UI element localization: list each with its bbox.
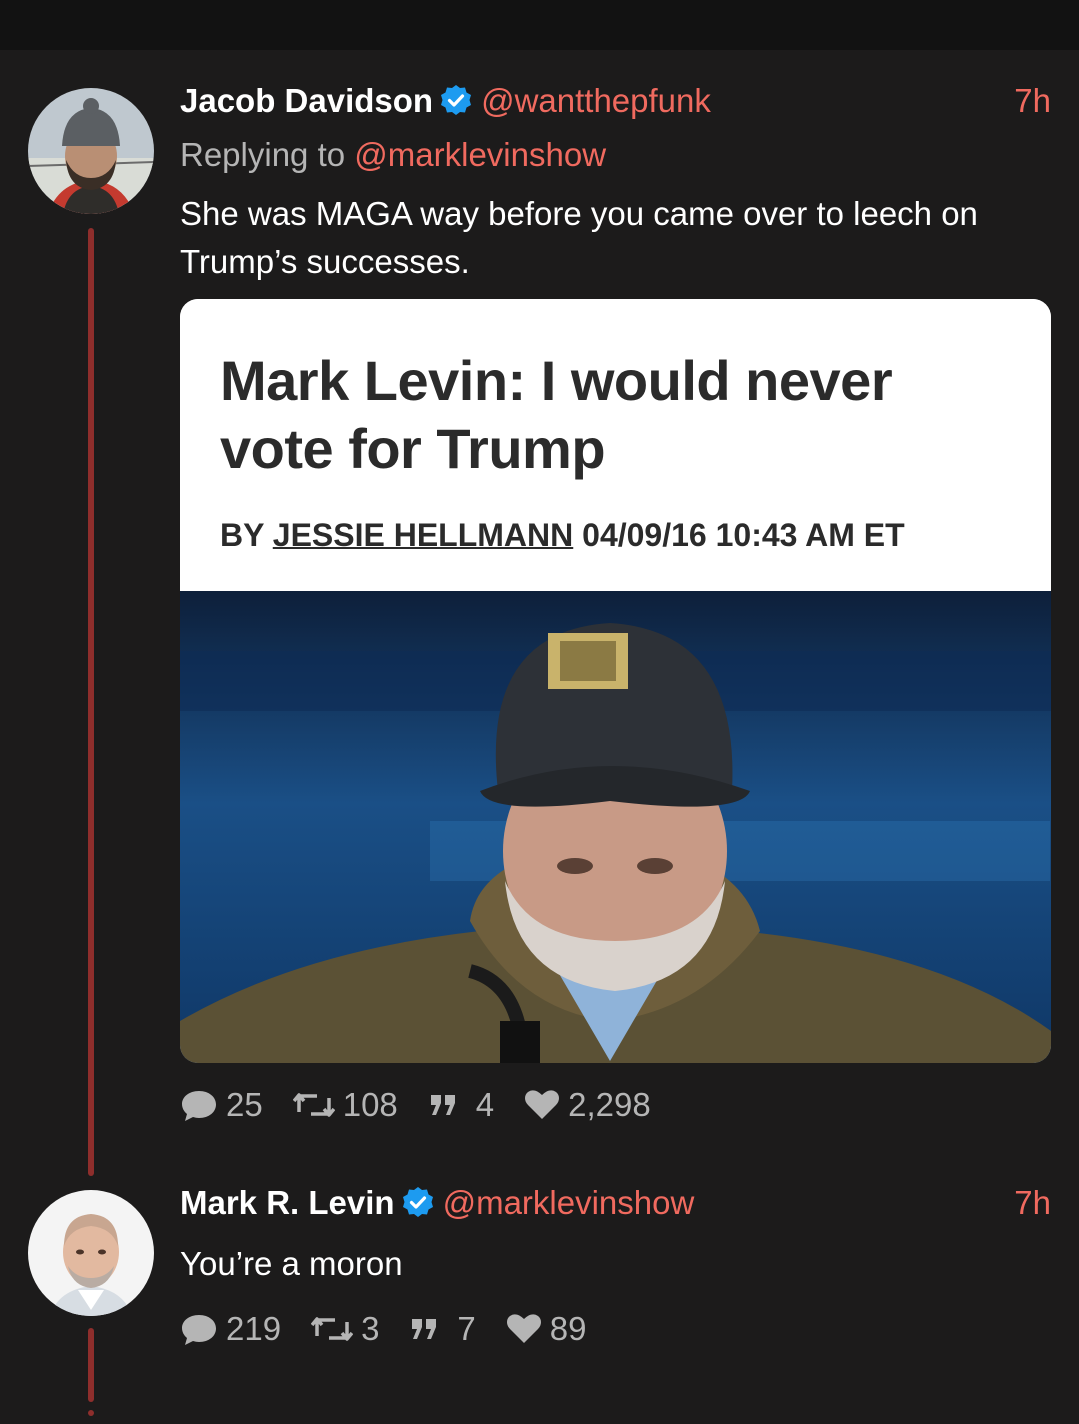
article-card[interactable]: Mark Levin: I would never vote for Trump…	[180, 299, 1051, 1063]
quote-count: 4	[475, 1086, 495, 1123]
avatar-jacob-davidson[interactable]	[28, 88, 154, 214]
tweet-header: Jacob Davidson @wantthepfunk	[180, 82, 711, 120]
article-header: Mark Levin: I would never vote for Trump…	[180, 299, 1051, 591]
top-bar	[0, 0, 1079, 50]
verified-badge-icon	[401, 1186, 435, 1220]
retweet-icon	[292, 1093, 335, 1117]
reply-icon	[182, 1315, 216, 1345]
author-name-2[interactable]: Mark R. Levin	[180, 1184, 395, 1221]
like-action[interactable]: 2,298	[524, 1086, 651, 1124]
quote-icon	[412, 1319, 437, 1339]
byline-date: 04/09/16 10:43 AM ET	[582, 517, 905, 553]
reply-action[interactable]: 25	[180, 1086, 263, 1124]
tweet-text: She was MAGA way before you came over to…	[180, 195, 978, 280]
quote-action[interactable]: 4	[428, 1086, 494, 1124]
replying-to: Replying to @marklevinshow	[180, 136, 606, 174]
avatar-mark-levin[interactable]	[28, 1190, 154, 1316]
byline-prefix: BY	[220, 517, 264, 553]
tweet-time-2[interactable]: 7h	[1014, 1184, 1051, 1222]
author-handle-2[interactable]: @marklevinshow	[443, 1184, 695, 1221]
retweet-count: 108	[342, 1086, 398, 1123]
author-handle[interactable]: @wantthepfunk	[481, 82, 711, 119]
quote-count: 7	[457, 1310, 476, 1347]
like-icon	[525, 1090, 560, 1119]
retweet-icon	[311, 1317, 354, 1341]
thread-connector	[88, 228, 94, 1176]
thread-connector-2	[88, 1328, 94, 1402]
article-headline: Mark Levin: I would never vote for Trump	[220, 349, 893, 480]
like-action[interactable]: 89	[506, 1310, 587, 1348]
reply-count: 219	[226, 1310, 282, 1347]
like-count: 2,298	[568, 1086, 651, 1123]
retweet-action[interactable]: 108	[292, 1086, 398, 1124]
replying-to-label: Replying to	[180, 136, 346, 173]
reply-action[interactable]: 219	[180, 1310, 281, 1348]
quote-icon	[430, 1095, 455, 1115]
like-count: 89	[549, 1310, 587, 1347]
tweet-actions-2: 219 3 7 89	[180, 1310, 617, 1348]
tweet-text-2: You’re a moron	[180, 1245, 403, 1282]
thread-dot	[88, 1410, 94, 1416]
reply-count: 25	[226, 1086, 263, 1123]
tweet-actions: 25 108 4 2,298	[180, 1086, 681, 1124]
quote-action[interactable]: 7	[409, 1310, 476, 1348]
verified-badge-icon	[439, 84, 473, 118]
replying-to-handle[interactable]: @marklevinshow	[354, 136, 606, 173]
like-icon	[506, 1314, 541, 1343]
reply-icon	[182, 1091, 216, 1121]
article-photo	[180, 591, 1051, 1063]
retweet-count: 3	[361, 1310, 380, 1347]
byline-author[interactable]: JESSIE HELLMANN	[273, 517, 573, 553]
author-name[interactable]: Jacob Davidson	[180, 82, 433, 119]
tweet-time[interactable]: 7h	[1014, 82, 1051, 120]
article-byline: BY JESSIE HELLMANN 04/09/16 10:43 AM ET	[220, 517, 905, 554]
tweet-header-2: Mark R. Levin @marklevinshow	[180, 1184, 694, 1222]
retweet-action[interactable]: 3	[311, 1310, 379, 1348]
